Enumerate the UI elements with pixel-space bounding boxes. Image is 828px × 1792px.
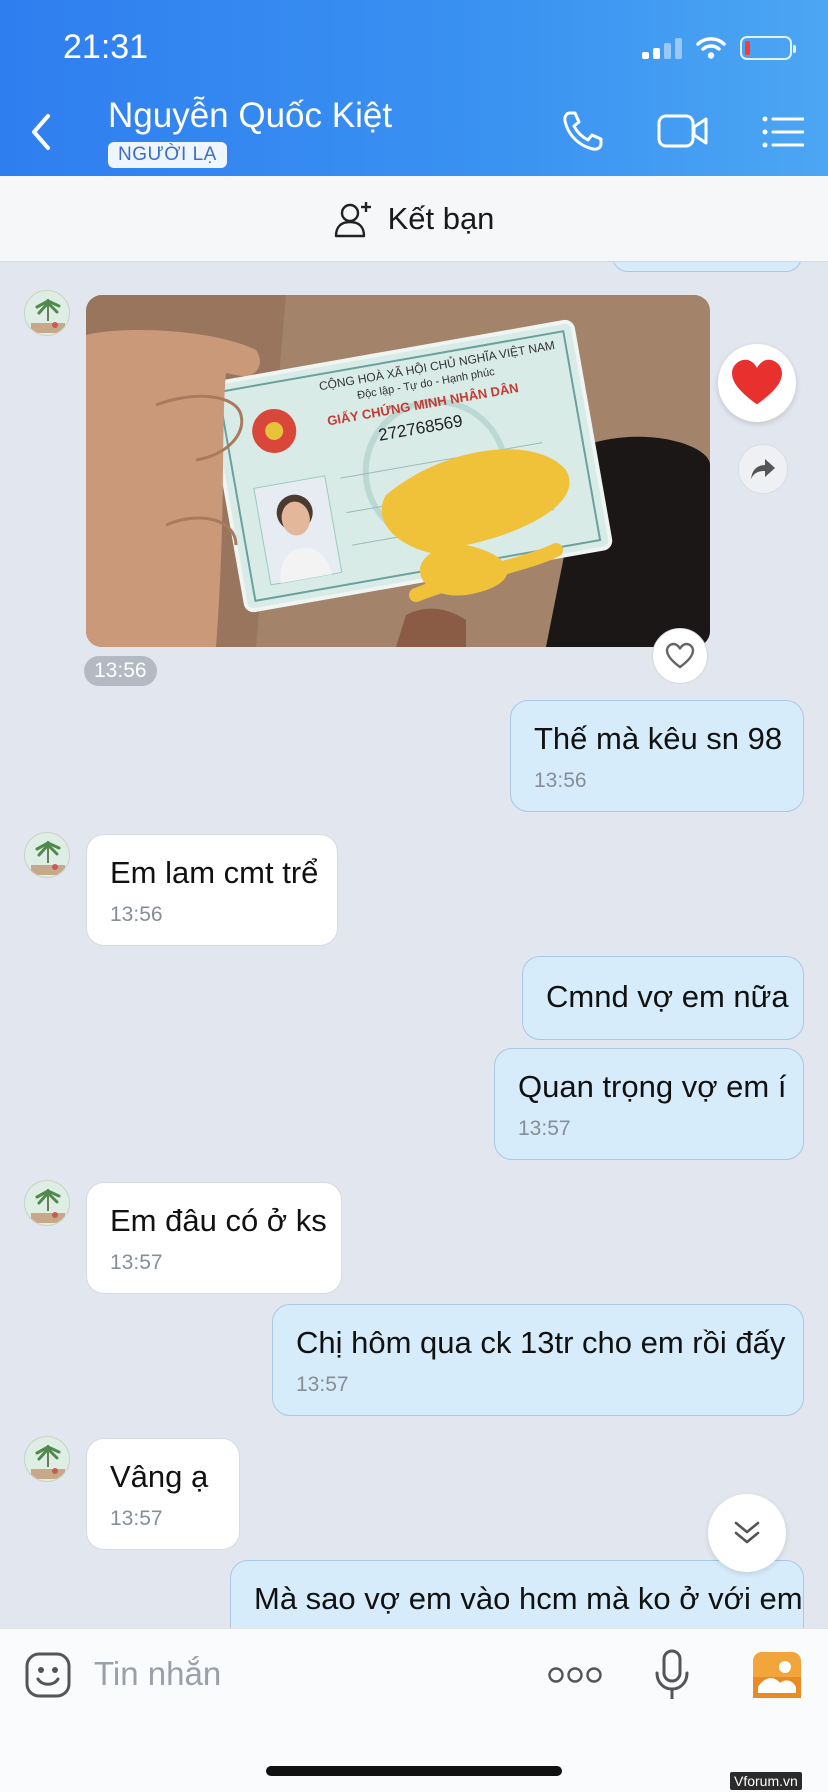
incoming-message[interactable]: Vâng ạ 13:57 bbox=[86, 1438, 240, 1550]
battery-icon bbox=[740, 36, 796, 60]
more-options-icon[interactable] bbox=[548, 1665, 602, 1685]
message-text: Em đâu có ở ks bbox=[110, 1203, 327, 1238]
gallery-icon[interactable] bbox=[752, 1651, 802, 1699]
outgoing-message[interactable]: Quan trọng vợ em í 13:57 bbox=[494, 1048, 804, 1160]
add-friend-button[interactable]: Kết bạn bbox=[0, 176, 828, 262]
previous-message-bubble[interactable] bbox=[612, 262, 802, 272]
message-text: Mà sao vợ em vào hcm mà ko ở với em bbox=[254, 1581, 803, 1616]
incoming-message[interactable]: Em đâu có ở ks 13:57 bbox=[86, 1182, 342, 1294]
share-arrow-icon bbox=[751, 459, 775, 479]
message-text: Quan trọng vợ em í bbox=[518, 1069, 787, 1104]
message-text: Thế mà kêu sn 98 bbox=[534, 721, 783, 756]
heart-outline-icon bbox=[665, 642, 695, 669]
menu-button[interactable] bbox=[762, 116, 804, 148]
message-input[interactable] bbox=[94, 1655, 514, 1693]
cellular-signal-icon bbox=[642, 37, 682, 59]
like-button[interactable] bbox=[652, 628, 708, 684]
message-text: Cmnd vợ em nữa bbox=[546, 979, 789, 1014]
status-icons bbox=[642, 36, 796, 60]
wifi-icon bbox=[696, 37, 726, 59]
photo-timestamp: 13:56 bbox=[84, 656, 157, 686]
add-friend-label: Kết bạn bbox=[387, 200, 495, 236]
double-chevron-down-icon bbox=[734, 1521, 760, 1544]
message-time: 13:57 bbox=[518, 1117, 571, 1140]
message-text: Vâng ạ bbox=[110, 1459, 209, 1494]
message-time: 13:56 bbox=[110, 903, 163, 926]
microphone-icon[interactable] bbox=[654, 1649, 690, 1701]
contact-avatar[interactable] bbox=[24, 290, 70, 336]
share-button[interactable] bbox=[738, 444, 788, 494]
watermark: Vforum.vn bbox=[730, 1772, 802, 1790]
outgoing-message[interactable]: Mà sao vợ em vào hcm mà ko ở với em bbox=[230, 1560, 804, 1628]
phone-call-button[interactable] bbox=[560, 108, 606, 154]
id-card-photo[interactable]: CỘNG HOÀ XÃ HỘI CHỦ NGHĨA VIỆT NAM Độc l… bbox=[86, 295, 710, 647]
sticker-icon[interactable] bbox=[24, 1651, 72, 1699]
contact-name[interactable]: Nguyễn Quốc Kiệt bbox=[108, 96, 392, 136]
contact-avatar[interactable] bbox=[24, 1436, 70, 1482]
message-time: 13:56 bbox=[534, 769, 587, 792]
home-indicator bbox=[266, 1766, 562, 1776]
outgoing-message[interactable]: Thế mà kêu sn 98 13:56 bbox=[510, 700, 804, 812]
add-user-icon bbox=[334, 201, 371, 237]
contact-avatar[interactable] bbox=[24, 832, 70, 878]
scroll-to-bottom-button[interactable] bbox=[708, 1494, 786, 1572]
heart-reaction[interactable] bbox=[718, 344, 796, 422]
video-call-button[interactable] bbox=[657, 112, 709, 150]
contact-avatar[interactable] bbox=[24, 1180, 70, 1226]
outgoing-message[interactable]: Chị hôm qua ck 13tr cho em rồi đấy 13:57 bbox=[272, 1304, 804, 1416]
heart-icon bbox=[732, 359, 782, 405]
stranger-badge: NGƯỜI LẠ bbox=[108, 142, 227, 168]
outgoing-message[interactable]: Cmnd vợ em nữa bbox=[522, 956, 804, 1040]
message-time: 13:57 bbox=[110, 1251, 163, 1274]
message-list[interactable]: CỘNG HOÀ XÃ HỘI CHỦ NGHĨA VIỆT NAM Độc l… bbox=[0, 262, 828, 1628]
message-time: 13:57 bbox=[296, 1373, 349, 1396]
message-text: Chị hôm qua ck 13tr cho em rồi đấy bbox=[296, 1325, 786, 1360]
incoming-message[interactable]: Em lam cmt trể 13:56 bbox=[86, 834, 338, 946]
message-time: 13:57 bbox=[110, 1507, 163, 1530]
back-button[interactable] bbox=[26, 110, 56, 154]
message-text: Em lam cmt trể bbox=[110, 855, 319, 890]
chat-header: 21:31 Nguyễn Quốc Kiệt NGƯỜI LẠ bbox=[0, 0, 828, 176]
status-time: 21:31 bbox=[63, 28, 149, 66]
